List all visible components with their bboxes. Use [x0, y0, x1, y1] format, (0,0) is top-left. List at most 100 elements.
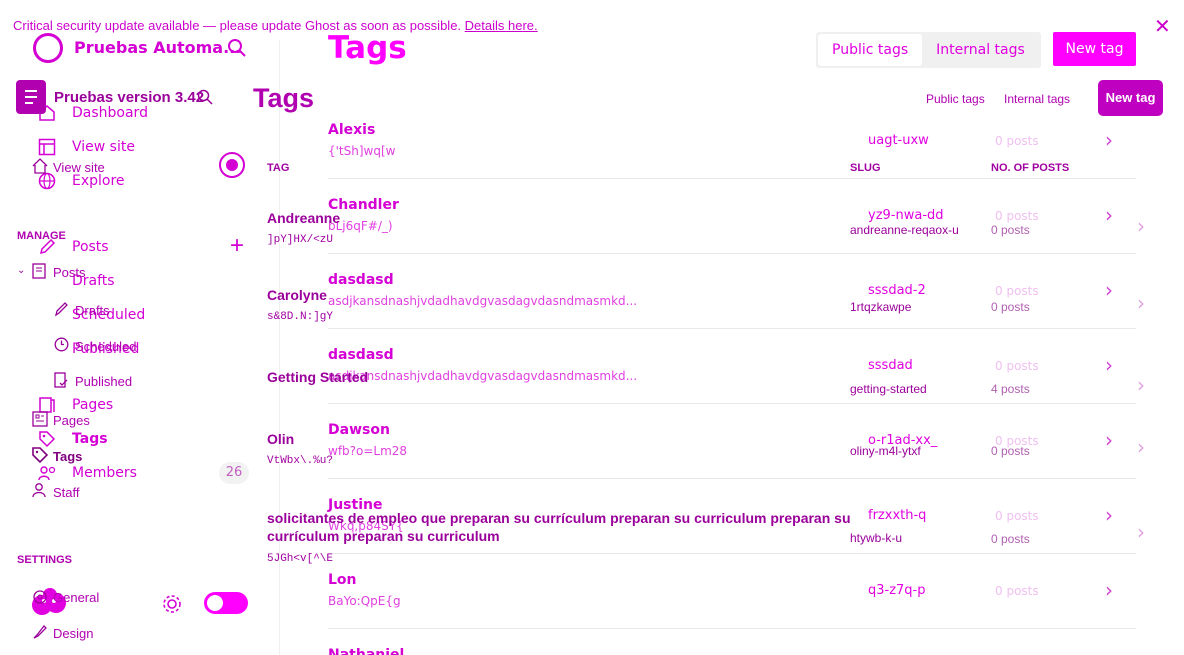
tag-slug: sssdad	[868, 358, 913, 373]
tag-description: asdjkansdnashjvdadhavdgvasdagvdasndmasmk…	[328, 369, 638, 383]
site-logo	[33, 33, 63, 63]
scheduled-icon-b	[54, 337, 69, 352]
tag-post-count-b: 4 posts	[991, 382, 1030, 396]
row-divider	[328, 178, 1136, 179]
row-divider	[328, 403, 1136, 404]
tag-name-b[interactable]: Andreanne	[267, 210, 340, 226]
tag-slug-b: andreanne-reqaox-u	[850, 223, 959, 237]
tag-post-count: 0 posts	[995, 284, 1039, 298]
col-header-slug: SLUG	[850, 162, 881, 174]
nav-dashboard[interactable]: Dashboard	[72, 105, 148, 121]
posts-expand-chevron-icon[interactable]: ⌄	[17, 265, 25, 276]
row-chevron-icon[interactable]: ›	[1105, 203, 1113, 227]
nav-design-b[interactable]: Design	[53, 626, 93, 641]
search-icon-b[interactable]	[197, 89, 213, 105]
tag-slug: uagt-uxw	[868, 133, 929, 148]
close-icon[interactable]: ✕	[1154, 14, 1171, 39]
row-chevron-icon[interactable]: ›	[1105, 503, 1113, 527]
tag-post-count: 0 posts	[995, 584, 1039, 598]
row-chevron-icon[interactable]: ›	[1105, 428, 1113, 452]
nav-explore[interactable]: Explore	[72, 173, 125, 189]
tab-internal-tags[interactable]: Internal tags	[922, 34, 1039, 66]
new-tag-button-b[interactable]: New tag	[1098, 80, 1163, 116]
nav-tags[interactable]: Tags	[72, 431, 108, 447]
members-icon	[38, 465, 58, 481]
tag-description: {'tSh]wq[w	[328, 144, 396, 158]
nav-published-b[interactable]: Published	[75, 374, 132, 389]
posts-icon-b	[32, 263, 46, 279]
avatar-ring[interactable]	[219, 152, 245, 178]
nav-view-site[interactable]: View site	[72, 139, 135, 155]
general-icon-b	[32, 589, 48, 605]
tab-public-tags[interactable]: Public tags	[818, 34, 923, 66]
nav-staff-b[interactable]: Staff	[53, 485, 80, 500]
row-chevron-icon[interactable]: ›	[1105, 128, 1113, 152]
tag-post-count-b: 0 posts	[991, 444, 1030, 458]
nav-tags-b[interactable]: Tags	[53, 449, 82, 464]
tag-name-b[interactable]: Olin	[267, 431, 294, 447]
row-divider	[328, 628, 1136, 629]
settings-heading: SETTINGS	[17, 554, 73, 566]
manage-heading: MANAGE	[17, 230, 66, 242]
tag-description: asdjkansdnashjvdadhavdgvasdagvdasndmasmk…	[328, 294, 638, 308]
tag-name-b[interactable]: Getting Started	[267, 369, 368, 385]
nav-pages[interactable]: Pages	[72, 397, 113, 413]
new-tag-button[interactable]: New tag	[1053, 32, 1136, 66]
home-icon-b	[32, 158, 48, 174]
tag-name[interactable]: Lon	[328, 572, 357, 588]
row-chevron-icon[interactable]: ›	[1105, 578, 1113, 602]
tag-description-b: ]pY]HX/<zU	[267, 234, 334, 246]
tag-name[interactable]: dasdasd	[328, 347, 394, 363]
banner-details-link[interactable]: Details here.	[465, 18, 538, 33]
tag-name[interactable]: dasdasd	[328, 272, 394, 288]
row-chevron-icon-b[interactable]: ›	[1137, 520, 1145, 544]
row-chevron-icon[interactable]: ›	[1105, 353, 1113, 377]
col-header-posts: NO. OF POSTS	[991, 162, 1070, 174]
add-post-icon[interactable]: +	[230, 234, 244, 258]
nav-pages-b[interactable]: Pages	[53, 413, 90, 428]
tag-slug: frzxxth-q	[868, 508, 927, 523]
tag-name[interactable]: Alexis	[328, 122, 375, 138]
tag-description-b: VtWbx\.%u?	[267, 455, 334, 467]
tag-post-count-b: 0 posts	[991, 300, 1030, 314]
tag-slug: sssdad-2	[868, 283, 926, 298]
row-chevron-icon-b[interactable]: ›	[1137, 214, 1145, 238]
tag-name[interactable]: Nathaniel	[328, 647, 404, 655]
row-chevron-icon[interactable]: ›	[1105, 278, 1113, 302]
tag-type-tabs: Public tags Internal tags	[816, 32, 1041, 68]
update-banner: Critical security update available — ple…	[13, 18, 538, 33]
nav-view-site-b[interactable]: View site	[53, 160, 105, 175]
tag-name-b[interactable]: solicitantes de empleo que preparan su c…	[267, 510, 851, 526]
tag-description: wfb?o=Lm28	[328, 444, 408, 458]
site-title[interactable]: Pruebas Automa...	[74, 38, 241, 57]
tag-slug-b: getting-started	[850, 382, 927, 396]
tags-icon-b	[32, 447, 48, 463]
nav-posts[interactable]: Posts	[72, 239, 109, 255]
nav-posts-b[interactable]: Posts	[53, 265, 86, 280]
view-site-icon	[38, 138, 56, 156]
row-chevron-icon-b[interactable]: ›	[1137, 435, 1145, 459]
settings-gear-icon[interactable]	[161, 593, 183, 615]
row-divider	[328, 328, 1136, 329]
tag-description-b: s&8D.N:]gY	[267, 311, 334, 323]
tag-name-b-line2[interactable]: currículum preparan su curriculum	[267, 528, 500, 544]
site-title-b[interactable]: Pruebas version 3.42	[54, 89, 204, 106]
nav-drafts-b[interactable]: Drafts	[75, 303, 110, 318]
nav-scheduled-b[interactable]: Scheduled	[75, 339, 136, 354]
tab-internal-tags-b[interactable]: Internal tags	[1004, 92, 1070, 106]
night-mode-toggle[interactable]	[204, 592, 248, 614]
tag-post-count: 0 posts	[995, 509, 1039, 523]
col-header-tag: TAG	[267, 162, 290, 174]
row-chevron-icon-b[interactable]: ›	[1137, 373, 1145, 397]
members-count-badge: 26	[219, 462, 249, 484]
row-divider	[328, 553, 1136, 554]
tag-name[interactable]: Dawson	[328, 422, 390, 438]
tab-public-tags-b[interactable]: Public tags	[926, 92, 985, 106]
search-icon[interactable]	[227, 38, 247, 58]
nav-members[interactable]: Members	[72, 465, 137, 481]
tag-slug-b: htywb-k-u	[850, 531, 903, 545]
row-chevron-icon-b[interactable]: ›	[1137, 291, 1145, 315]
tag-name-b[interactable]: Carolyne	[267, 287, 327, 303]
nav-general-b[interactable]: General	[53, 590, 99, 605]
staff-icon-b	[32, 482, 48, 498]
